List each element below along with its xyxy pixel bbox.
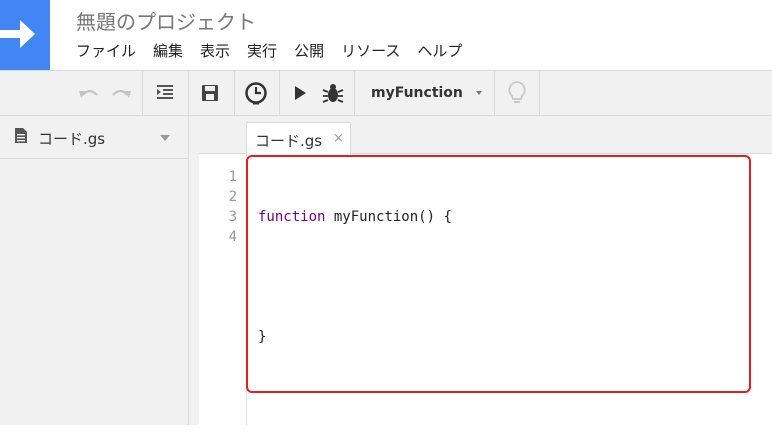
- save-icon: [202, 85, 218, 101]
- close-icon[interactable]: ×: [333, 131, 344, 146]
- project-title[interactable]: 無題のプロジェクト: [76, 6, 256, 35]
- debug-button[interactable]: [318, 77, 348, 109]
- toolbar-separator: [279, 71, 280, 115]
- toolbar: myFunction: [0, 70, 772, 116]
- pane-divider[interactable]: [189, 116, 199, 425]
- menu-run[interactable]: 実行: [247, 40, 277, 62]
- line-number: 2: [228, 189, 237, 205]
- undo-button[interactable]: [74, 77, 104, 109]
- run-icon: [295, 86, 306, 100]
- lightbulb-icon: [508, 81, 526, 103]
- menu-help[interactable]: ヘルプ: [417, 40, 462, 62]
- undo-icon: [79, 89, 98, 98]
- tab-bar: コード.gs ×: [199, 116, 772, 154]
- triggers-clock-icon: [245, 82, 267, 105]
- toolbar-separator: [539, 71, 540, 115]
- indent-button[interactable]: [150, 77, 180, 109]
- file-item[interactable]: コード.gs: [0, 116, 188, 159]
- line-numbers: 1 2 3 4: [199, 167, 237, 247]
- line-number: 4: [228, 229, 237, 245]
- file-item-label: コード.gs: [38, 130, 106, 148]
- run-button[interactable]: [286, 77, 314, 109]
- app-logo[interactable]: [0, 0, 50, 70]
- chevron-down-icon: [476, 91, 482, 95]
- file-sidebar: コード.gs: [0, 116, 189, 425]
- triggers-button[interactable]: [241, 77, 271, 109]
- redo-button[interactable]: [106, 77, 136, 109]
- indent-icon: [157, 85, 173, 99]
- menu-publish[interactable]: 公開: [294, 40, 324, 62]
- function-select-label: myFunction: [371, 85, 463, 101]
- toolbar-separator: [234, 71, 235, 115]
- toolbar-separator: [188, 71, 189, 115]
- debug-bug-icon: [322, 84, 344, 103]
- menu-file[interactable]: ファイル: [76, 40, 136, 62]
- file-icon: [15, 128, 27, 143]
- lightbulb-button[interactable]: [502, 77, 532, 109]
- line-number: 3: [228, 209, 237, 225]
- menu-bar: ファイル 編集 表示 実行 公開 リソース ヘルプ: [76, 40, 479, 62]
- tab-code-gs[interactable]: コード.gs ×: [246, 122, 351, 154]
- chevron-down-icon[interactable]: [160, 135, 170, 141]
- toolbar-separator: [354, 71, 355, 115]
- arrow-right-icon: [0, 20, 35, 48]
- toolbar-separator: [142, 71, 143, 115]
- save-button[interactable]: [195, 77, 225, 109]
- highlight-box: [246, 155, 751, 393]
- tab-label: コード.gs: [255, 132, 323, 150]
- redo-icon: [112, 89, 131, 98]
- menu-edit[interactable]: 編集: [153, 40, 183, 62]
- menu-resources[interactable]: リソース: [341, 40, 400, 62]
- toolbar-separator: [494, 71, 495, 115]
- menu-view[interactable]: 表示: [200, 40, 230, 62]
- line-number: 1: [228, 169, 237, 185]
- function-select[interactable]: myFunction: [360, 77, 490, 109]
